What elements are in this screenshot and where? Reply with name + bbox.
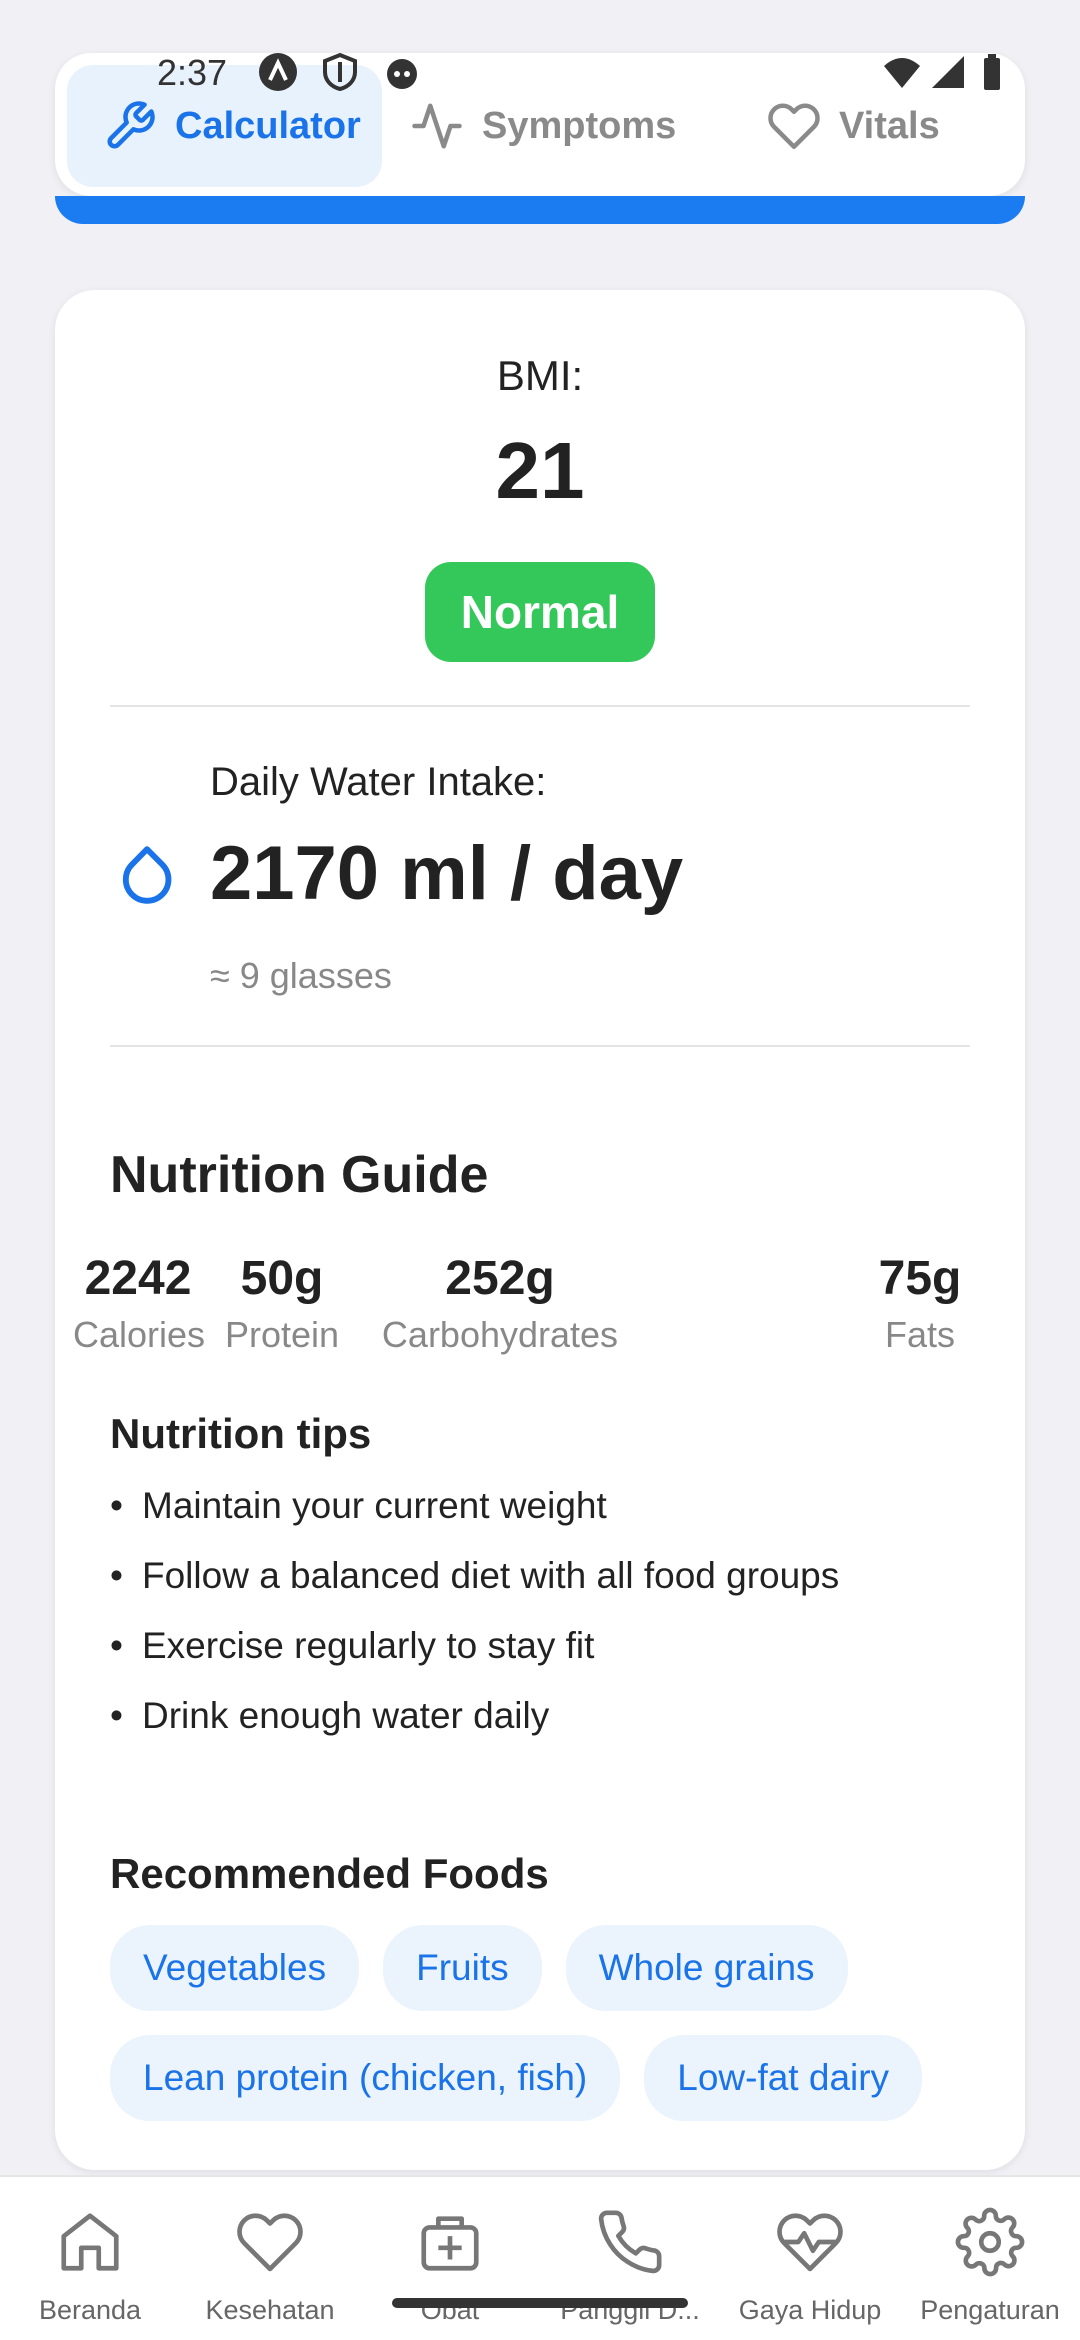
heart-icon — [768, 103, 820, 150]
macro-protein: 50g Protein — [217, 1250, 347, 1356]
nav-item-pengaturan[interactable]: Pengaturan — [900, 2177, 1080, 2340]
home-icon — [61, 2213, 119, 2271]
macro-carbohydrates: 252g Carbohydrates — [355, 1250, 645, 1356]
bullet: • — [110, 1485, 123, 1526]
macro-value: 2242 — [84, 1252, 192, 1305]
macro-label: Calories — [73, 1313, 206, 1355]
divider — [110, 705, 970, 707]
nav-item-panggil-dokter[interactable]: Panggil D... — [540, 2177, 720, 2340]
tip-text: Drink enough water daily — [142, 1695, 550, 1736]
tab-label: Vitals — [839, 104, 940, 147]
food-chip[interactable]: Lean protein (chicken, fish) — [110, 2035, 621, 2121]
battery-icon — [984, 54, 1000, 90]
list-item: • Maintain your current weight — [110, 1485, 839, 1555]
tip-text: Maintain your current weight — [142, 1485, 607, 1526]
tab-underline-bar — [55, 196, 1025, 224]
macro-value: 252g — [445, 1252, 555, 1305]
tab-label: Symptoms — [482, 104, 677, 147]
recommended-foods-title: Recommended Foods — [110, 1850, 549, 1897]
shield-icon — [323, 52, 357, 92]
macro-fats: 75g Fats — [865, 1250, 975, 1356]
macro-label: Fats — [884, 1313, 955, 1355]
food-chip[interactable]: Fruits — [383, 1925, 542, 2011]
nav-label: Pengaturan — [920, 2295, 1060, 2325]
cat-icon — [387, 59, 417, 89]
nutrition-guide-title: Nutrition Guide — [110, 1146, 489, 1204]
nav-label: Beranda — [38, 2295, 142, 2325]
macro-calories: 2242 Calories — [73, 1250, 206, 1356]
status-bar: 2:37 — [0, 0, 1080, 93]
water-intake-label: Daily Water Intake: — [210, 760, 547, 804]
nutrition-tips-list: • Maintain your current weight • Follow a … — [110, 1485, 839, 1765]
macro-label: Protein — [224, 1313, 340, 1355]
nav-item-gaya-hidup[interactable]: Gaya Hidup — [720, 2177, 900, 2340]
pulse-icon — [412, 103, 462, 149]
food-chip[interactable]: Whole grains — [565, 1925, 848, 2011]
nutrition-tips-title: Nutrition tips — [110, 1410, 372, 1457]
divider — [110, 1045, 970, 1047]
macro-label: Carbohydrates — [381, 1313, 619, 1355]
list-item: • Exercise regularly to stay fit — [110, 1625, 839, 1695]
nav-item-obat[interactable]: Obat — [360, 2177, 540, 2340]
water-glasses: ≈ 9 glasses — [210, 955, 392, 996]
list-item: • Drink enough water daily — [110, 1695, 839, 1765]
macro-value: 50g — [240, 1252, 324, 1305]
signal-icon — [932, 56, 964, 88]
bmi-label: BMI: — [496, 352, 584, 399]
home-indicator[interactable] — [392, 2298, 688, 2308]
bullet: • — [110, 1625, 123, 1666]
tip-text: Exercise regularly to stay fit — [142, 1625, 595, 1666]
heart-icon — [237, 2213, 303, 2272]
nav-label: Kesehatan — [205, 2295, 335, 2325]
wifi-icon — [884, 58, 920, 88]
phone-icon — [598, 2210, 662, 2274]
results-card: BMI: 21 Normal Daily Water Intake: 2170 … — [55, 290, 1025, 2170]
bullet: • — [110, 1695, 123, 1736]
heart-pulse-icon — [777, 2213, 843, 2272]
list-item: • Follow a balanced diet with all food gr… — [110, 1555, 839, 1625]
nav-item-beranda[interactable]: Beranda — [0, 2177, 180, 2340]
food-chip[interactable]: Vegetables — [110, 1925, 360, 2011]
nav-label: Gaya Hidup — [738, 2295, 882, 2325]
bullet: • — [110, 1555, 123, 1596]
water-drop-icon — [122, 846, 172, 904]
bottom-navigation: Beranda Kesehatan Obat Panggil D... Gaya… — [0, 2175, 1080, 2340]
recommended-foods-chips: Vegetables Fruits Whole grains Lean prot… — [110, 1925, 990, 2121]
water-intake-value: 2170 ml / day — [210, 831, 684, 916]
gear-icon — [955, 2207, 1025, 2277]
macro-value: 75g — [878, 1252, 962, 1305]
bmi-value: 21 — [495, 426, 585, 515]
food-chip[interactable]: Low-fat dairy — [644, 2035, 923, 2121]
medkit-icon — [421, 2216, 479, 2271]
wrench-icon — [107, 101, 155, 149]
tab-label: Calculator — [175, 104, 361, 147]
bmi-status-badge: Normal — [425, 562, 655, 662]
app-a-icon — [259, 53, 297, 91]
nav-item-kesehatan[interactable]: Kesehatan — [180, 2177, 360, 2340]
status-time: 2:37 — [157, 52, 228, 93]
tip-text: Follow a balanced diet with all food gro… — [142, 1555, 840, 1596]
